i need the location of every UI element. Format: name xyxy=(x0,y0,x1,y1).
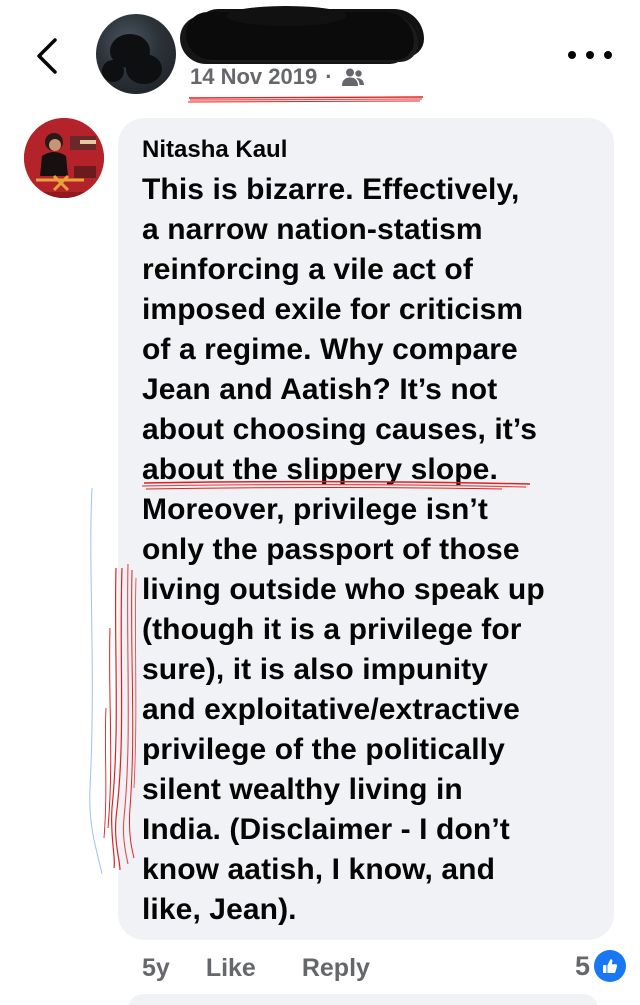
commenter-avatar[interactable] xyxy=(24,118,104,198)
comment-body: This is bizarre. Effectively, a narrow n… xyxy=(142,173,545,926)
like-button[interactable]: Like xyxy=(206,954,256,983)
redacted-poster-name xyxy=(186,6,414,60)
poster-avatar[interactable] xyxy=(96,14,176,94)
comment-actions: 5y Like Reply xyxy=(142,950,370,986)
more-options-button[interactable] xyxy=(568,40,612,70)
reply-button[interactable]: Reply xyxy=(302,954,370,983)
comment-screen: 14 Nov 2019 · Nitasha Kaul This is bizar… xyxy=(0,0,640,1005)
like-thumb-icon xyxy=(594,950,626,982)
post-date[interactable]: 14 Nov 2019 xyxy=(190,64,317,90)
avatar-photo xyxy=(24,118,104,198)
friends-icon xyxy=(341,68,364,86)
next-comment-bubble xyxy=(128,994,598,1005)
back-button[interactable] xyxy=(30,36,64,76)
red-underline-annotation xyxy=(188,96,424,103)
reaction-count: 5 xyxy=(574,950,590,981)
more-dot xyxy=(604,51,612,59)
chevron-left-icon xyxy=(37,38,57,74)
more-dot xyxy=(568,51,576,59)
post-meta: 14 Nov 2019 · xyxy=(190,62,365,92)
comment-age[interactable]: 5y xyxy=(142,954,170,983)
reaction-summary[interactable]: 5 xyxy=(575,948,626,984)
meta-separator: · xyxy=(325,64,333,89)
comment-author-name[interactable]: Nitasha Kaul xyxy=(142,136,287,164)
more-dot xyxy=(586,51,594,59)
